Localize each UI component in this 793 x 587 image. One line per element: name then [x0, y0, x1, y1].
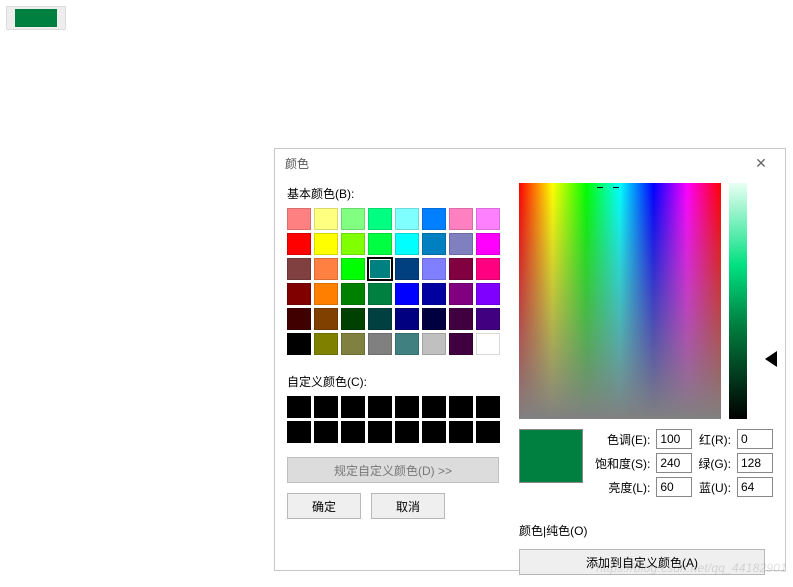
basic-swatch[interactable]	[395, 233, 419, 255]
custom-swatch[interactable]	[422, 396, 446, 418]
basic-swatch[interactable]	[287, 258, 311, 280]
basic-swatch[interactable]	[395, 208, 419, 230]
basic-swatch[interactable]	[287, 333, 311, 355]
ok-button[interactable]: 确定	[287, 493, 361, 519]
basic-swatch[interactable]	[314, 308, 338, 330]
custom-swatch[interactable]	[395, 421, 419, 443]
lum-label: 亮度(L):	[595, 479, 650, 496]
basic-swatch[interactable]	[476, 308, 500, 330]
custom-colors-grid	[287, 396, 505, 443]
basic-swatch[interactable]	[368, 233, 392, 255]
basic-swatch[interactable]	[422, 233, 446, 255]
custom-swatch[interactable]	[368, 396, 392, 418]
custom-swatch[interactable]	[287, 421, 311, 443]
solid-color-label: 颜色|纯色(O)	[519, 522, 587, 539]
basic-swatch[interactable]	[395, 258, 419, 280]
basic-swatch[interactable]	[287, 308, 311, 330]
basic-swatch[interactable]	[287, 208, 311, 230]
basic-swatch[interactable]	[449, 233, 473, 255]
custom-swatch[interactable]	[476, 396, 500, 418]
basic-swatch[interactable]	[341, 233, 365, 255]
basic-swatch[interactable]	[314, 208, 338, 230]
green-label: 绿(G):	[698, 455, 731, 472]
color-fields: 色调(E): 红(R): 饱和度(S): 绿(G): 亮度(L): 蓝(U):	[595, 429, 773, 497]
basic-swatch[interactable]	[422, 333, 446, 355]
basic-swatch[interactable]	[449, 333, 473, 355]
custom-swatch[interactable]	[314, 421, 338, 443]
basic-swatch[interactable]	[314, 233, 338, 255]
add-to-custom-button[interactable]: 添加到自定义颜色(A)	[519, 549, 765, 575]
basic-swatch[interactable]	[341, 333, 365, 355]
red-input[interactable]	[737, 429, 773, 449]
red-label: 红(R):	[698, 431, 731, 448]
basic-swatch[interactable]	[314, 333, 338, 355]
spectrum-cursor-icon	[603, 183, 613, 193]
blue-input[interactable]	[737, 477, 773, 497]
luminance-arrow-icon[interactable]	[765, 351, 777, 367]
lum-input[interactable]	[656, 477, 692, 497]
basic-swatch[interactable]	[341, 208, 365, 230]
sat-input[interactable]	[656, 453, 692, 473]
basic-swatch[interactable]	[422, 208, 446, 230]
basic-colors-grid	[287, 208, 505, 355]
define-custom-button: 规定自定义颜色(D) >>	[287, 457, 499, 483]
basic-swatch[interactable]	[341, 283, 365, 305]
luminance-strip[interactable]	[729, 183, 747, 419]
custom-swatch[interactable]	[449, 396, 473, 418]
custom-swatch[interactable]	[341, 396, 365, 418]
basic-swatch[interactable]	[395, 308, 419, 330]
custom-colors-label: 自定义颜色(C):	[287, 373, 505, 390]
custom-swatch[interactable]	[314, 396, 338, 418]
basic-swatch[interactable]	[368, 333, 392, 355]
basic-colors-label: 基本颜色(B):	[287, 185, 505, 202]
custom-swatch[interactable]	[368, 421, 392, 443]
basic-swatch[interactable]	[422, 308, 446, 330]
basic-swatch[interactable]	[368, 258, 392, 280]
selected-color-inner	[15, 9, 57, 27]
basic-swatch[interactable]	[476, 258, 500, 280]
dialog-title: 颜色	[285, 155, 309, 172]
selected-color-swatch[interactable]	[6, 6, 66, 30]
basic-swatch[interactable]	[368, 308, 392, 330]
titlebar: 颜色 ✕	[275, 149, 785, 177]
color-preview	[519, 429, 583, 483]
basic-swatch[interactable]	[422, 283, 446, 305]
close-icon[interactable]: ✕	[745, 149, 777, 177]
color-dialog: 颜色 ✕ 基本颜色(B): 自定义颜色(C): 规定自定义颜色(D) >> 确定…	[274, 148, 786, 571]
basic-swatch[interactable]	[476, 333, 500, 355]
basic-swatch[interactable]	[368, 208, 392, 230]
sat-label: 饱和度(S):	[595, 455, 650, 472]
basic-swatch[interactable]	[314, 283, 338, 305]
custom-swatch[interactable]	[449, 421, 473, 443]
basic-swatch[interactable]	[341, 258, 365, 280]
basic-swatch[interactable]	[341, 308, 365, 330]
custom-swatch[interactable]	[287, 396, 311, 418]
hue-label: 色调(E):	[595, 431, 650, 448]
basic-swatch[interactable]	[476, 283, 500, 305]
basic-swatch[interactable]	[395, 333, 419, 355]
basic-swatch[interactable]	[395, 283, 419, 305]
custom-swatch[interactable]	[341, 421, 365, 443]
basic-swatch[interactable]	[449, 308, 473, 330]
basic-swatch[interactable]	[368, 283, 392, 305]
basic-swatch[interactable]	[476, 233, 500, 255]
basic-swatch[interactable]	[287, 233, 311, 255]
hue-input[interactable]	[656, 429, 692, 449]
basic-swatch[interactable]	[287, 283, 311, 305]
basic-swatch[interactable]	[314, 258, 338, 280]
cancel-button[interactable]: 取消	[371, 493, 445, 519]
custom-swatch[interactable]	[476, 421, 500, 443]
basic-swatch[interactable]	[449, 258, 473, 280]
color-spectrum[interactable]	[519, 183, 721, 419]
basic-swatch[interactable]	[449, 208, 473, 230]
custom-swatch[interactable]	[395, 396, 419, 418]
basic-swatch[interactable]	[449, 283, 473, 305]
basic-swatch[interactable]	[422, 258, 446, 280]
custom-swatch[interactable]	[422, 421, 446, 443]
green-input[interactable]	[737, 453, 773, 473]
basic-swatch[interactable]	[476, 208, 500, 230]
blue-label: 蓝(U):	[698, 479, 731, 496]
